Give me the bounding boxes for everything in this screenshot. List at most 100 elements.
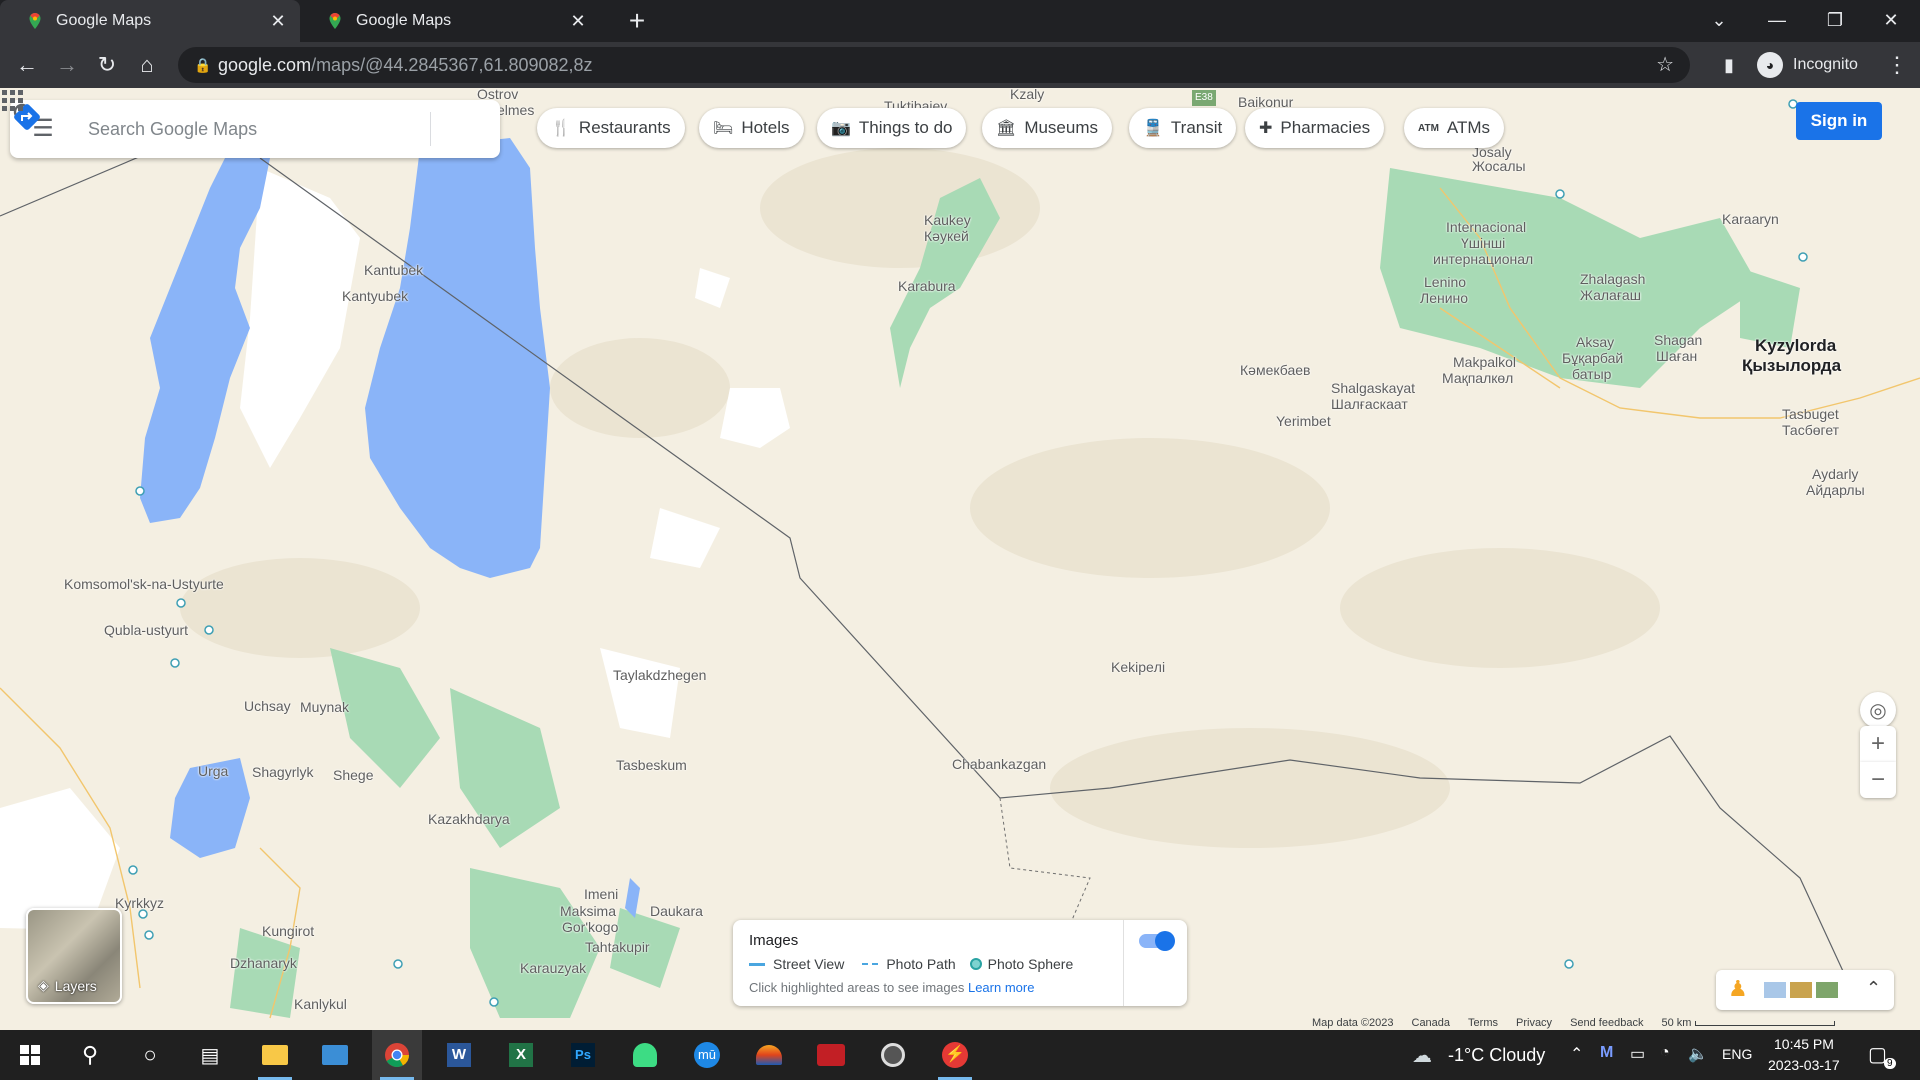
- place-label[interactable]: Komsomol'sk-na-Ustyurte: [64, 576, 224, 592]
- android-app-icon[interactable]: [620, 1030, 670, 1080]
- place-label[interactable]: Кәукей: [924, 228, 969, 244]
- back-icon[interactable]: ←: [8, 46, 46, 84]
- place-label[interactable]: Urga: [198, 763, 228, 779]
- media-app-icon[interactable]: [744, 1030, 794, 1080]
- chip-transit[interactable]: 🚆 Transit: [1129, 108, 1237, 148]
- country-link[interactable]: Canada: [1412, 1017, 1451, 1029]
- chip-museums[interactable]: 🏛 Museums: [982, 108, 1112, 148]
- place-label[interactable]: Shagan: [1654, 332, 1702, 348]
- m-app-tray-icon[interactable]: M: [1600, 1044, 1613, 1062]
- bookmark-star-icon[interactable]: ☆: [1656, 47, 1674, 83]
- place-label[interactable]: Шаған: [1656, 348, 1697, 364]
- place-label[interactable]: elmes: [497, 102, 534, 118]
- browser-tab[interactable]: Google Maps ✕: [300, 0, 600, 42]
- excel-icon[interactable]: X: [496, 1030, 546, 1080]
- sign-in-button[interactable]: Sign in: [1796, 102, 1882, 140]
- control-panel-icon[interactable]: [310, 1030, 360, 1080]
- scale-bar[interactable]: 50 km: [1661, 1017, 1836, 1029]
- restore-icon[interactable]: ❐: [1806, 0, 1864, 42]
- place-label[interactable]: Imeni: [584, 886, 618, 902]
- thumbnail-icon[interactable]: [1764, 982, 1786, 998]
- place-label[interactable]: Makpalkol: [1453, 354, 1516, 370]
- browser-tab[interactable]: Google Maps ✕: [0, 0, 300, 42]
- language-indicator[interactable]: ENG: [1722, 1046, 1752, 1062]
- place-label[interactable]: Жосалы: [1472, 158, 1526, 174]
- place-label[interactable]: Тасбөгет: [1782, 422, 1839, 438]
- place-label[interactable]: Kantyubek: [342, 288, 408, 304]
- forward-icon[interactable]: →: [48, 46, 86, 84]
- place-label[interactable]: Maksima: [560, 903, 616, 919]
- place-label[interactable]: Uchsay: [244, 698, 291, 714]
- expand-icon[interactable]: ⌃: [1866, 978, 1881, 999]
- pegman-icon[interactable]: ♟: [1728, 976, 1748, 1002]
- home-icon[interactable]: ⌂: [128, 46, 166, 84]
- layers-button[interactable]: ◈ Layers: [26, 908, 122, 1004]
- city-label[interactable]: Kyzylorda: [1755, 336, 1836, 355]
- place-label[interactable]: Karabura: [898, 278, 956, 294]
- chrome-icon[interactable]: [372, 1030, 422, 1080]
- new-tab-button[interactable]: +: [620, 4, 654, 38]
- place-label[interactable]: Kekipeлi: [1111, 659, 1165, 675]
- place-label[interactable]: Kazakhdarya: [428, 811, 510, 827]
- chip-atms[interactable]: ATM ATMs: [1404, 108, 1505, 148]
- place-label[interactable]: Tasbeskum: [616, 757, 687, 773]
- zoom-in-button[interactable]: +: [1860, 726, 1896, 762]
- browser-menu-icon[interactable]: ⋮: [1878, 46, 1916, 84]
- place-label[interactable]: Kanlykul: [294, 996, 347, 1012]
- place-label[interactable]: Gor'kogo: [562, 919, 618, 935]
- chip-restaurants[interactable]: 🍴 Restaurants: [537, 108, 685, 148]
- place-label[interactable]: Shagyrlyk: [252, 764, 313, 780]
- clock-time[interactable]: 10:45 PM: [1774, 1036, 1834, 1052]
- place-label[interactable]: Yerimbet: [1276, 413, 1331, 429]
- reload-icon[interactable]: ↻: [88, 46, 126, 84]
- close-tab-icon[interactable]: ✕: [264, 11, 292, 32]
- place-label[interactable]: Айдарлы: [1806, 482, 1865, 498]
- file-explorer-icon[interactable]: [250, 1030, 300, 1080]
- photoshop-icon[interactable]: Ps: [558, 1030, 608, 1080]
- zoom-out-button[interactable]: −: [1860, 762, 1896, 798]
- place-label[interactable]: Daukara: [650, 903, 703, 919]
- obs-icon[interactable]: [868, 1030, 918, 1080]
- place-label[interactable]: Qubla-ustyurt: [104, 622, 188, 638]
- place-label[interactable]: Muynak: [300, 699, 349, 715]
- clock-date[interactable]: 2023-03-17: [1768, 1057, 1840, 1073]
- incognito-indicator[interactable]: ◕ Incognito: [1757, 48, 1858, 82]
- google-apps-icon[interactable]: [0, 88, 24, 112]
- place-label[interactable]: Karauzyak: [520, 960, 586, 976]
- weather-text[interactable]: -1°C Cloudy: [1448, 1045, 1545, 1066]
- lock-icon[interactable]: 🔒: [194, 47, 211, 83]
- address-bar[interactable]: 🔒 google.com/maps/@44.2845367,61.809082,…: [178, 47, 1690, 83]
- search-icon[interactable]: ⚲: [65, 1030, 115, 1080]
- close-tab-icon[interactable]: ✕: [564, 11, 592, 32]
- chip-things-to-do[interactable]: 📷 Things to do: [817, 108, 967, 148]
- place-label[interactable]: интернационал: [1433, 251, 1533, 267]
- place-label[interactable]: Kyrkkyz: [115, 895, 164, 911]
- my-location-button[interactable]: ◎: [1860, 692, 1896, 728]
- place-label[interactable]: Shalgaskayat: [1331, 380, 1415, 396]
- terms-link[interactable]: Terms: [1468, 1017, 1498, 1029]
- show-hidden-icons-icon[interactable]: ⌃: [1570, 1044, 1583, 1064]
- place-label[interactable]: Kantubek: [364, 262, 423, 278]
- place-label[interactable]: Мақпалкөл: [1442, 370, 1513, 386]
- place-label[interactable]: Kzaly: [1010, 88, 1044, 102]
- place-label[interactable]: Zhalagash: [1580, 271, 1645, 287]
- place-label[interactable]: Internacional: [1446, 219, 1526, 235]
- place-label[interactable]: Shege: [333, 767, 373, 783]
- place-label[interactable]: Ленино: [1420, 290, 1468, 306]
- close-window-icon[interactable]: ✕: [1862, 0, 1920, 42]
- video-app-icon[interactable]: [806, 1030, 856, 1080]
- thumbnail-icon[interactable]: [1816, 982, 1838, 998]
- learn-more-link[interactable]: Learn more: [968, 980, 1034, 995]
- flash-app-icon[interactable]: ⚡: [930, 1030, 980, 1080]
- place-label[interactable]: батыр: [1572, 366, 1611, 382]
- chip-hotels[interactable]: 🛏 Hotels: [699, 108, 804, 148]
- battery-icon[interactable]: ▭: [1630, 1044, 1645, 1064]
- place-label[interactable]: Кәмекбаев: [1240, 362, 1311, 378]
- place-label[interactable]: Бұқарбай: [1562, 350, 1623, 366]
- chip-pharmacies[interactable]: ✚ Pharmacies: [1245, 108, 1385, 148]
- city-label[interactable]: Қызылорда: [1742, 356, 1841, 375]
- map-canvas[interactable]: Ostrov elmes Tuktibaiev Kzaly Baikonur E…: [0, 88, 1920, 1030]
- tab-search-icon[interactable]: ⌄: [1690, 0, 1748, 42]
- place-label[interactable]: Tasbuget: [1782, 406, 1839, 422]
- windows-start-icon[interactable]: [5, 1030, 55, 1080]
